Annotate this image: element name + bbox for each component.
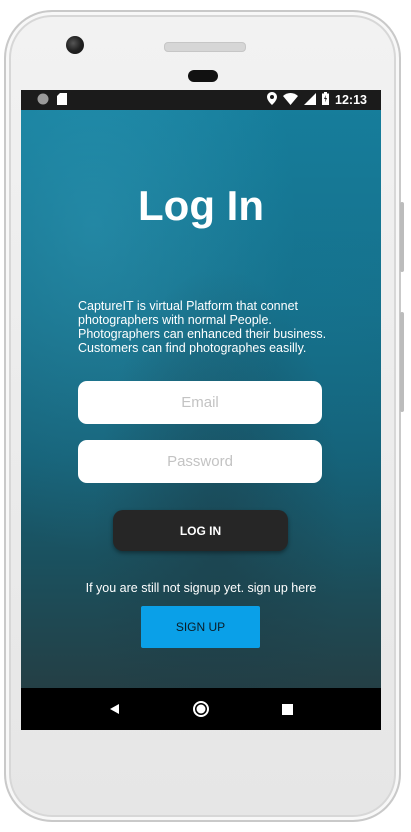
status-time: 12:13 — [335, 93, 367, 107]
status-left — [21, 92, 67, 108]
wifi-icon — [283, 92, 299, 108]
front-camera — [66, 36, 84, 54]
password-field[interactable] — [78, 440, 322, 483]
earpiece — [188, 70, 218, 82]
sd-card-icon — [57, 92, 67, 108]
status-bar: 12:13 — [21, 90, 381, 110]
signup-button[interactable]: SIGN UP — [141, 606, 260, 648]
location-icon — [267, 92, 278, 108]
page-title: Log In — [138, 182, 264, 229]
notification-dot-icon — [37, 93, 49, 108]
navigation-bar — [21, 688, 381, 730]
volume-button — [400, 312, 404, 412]
power-button — [400, 202, 404, 272]
signup-prompt: If you are still not signup yet. sign up… — [85, 581, 317, 595]
screen: 12:13 Log In CaptureIT is virtual Platfo… — [21, 90, 381, 730]
signal-icon — [304, 92, 317, 108]
home-icon — [192, 701, 209, 717]
app-description: CaptureIT is virtual Platform that conne… — [78, 299, 327, 355]
back-button[interactable] — [99, 694, 129, 724]
status-right: 12:13 — [267, 92, 381, 108]
recents-button[interactable] — [273, 694, 303, 724]
battery-icon — [322, 92, 330, 108]
recents-icon — [282, 703, 294, 715]
login-button[interactable]: LOG IN — [113, 510, 288, 551]
back-icon — [110, 704, 120, 714]
home-button[interactable] — [186, 694, 216, 724]
speaker-grill — [164, 42, 246, 52]
email-field[interactable] — [78, 381, 322, 424]
login-screen: Log In CaptureIT is virtual Platform tha… — [21, 110, 381, 688]
